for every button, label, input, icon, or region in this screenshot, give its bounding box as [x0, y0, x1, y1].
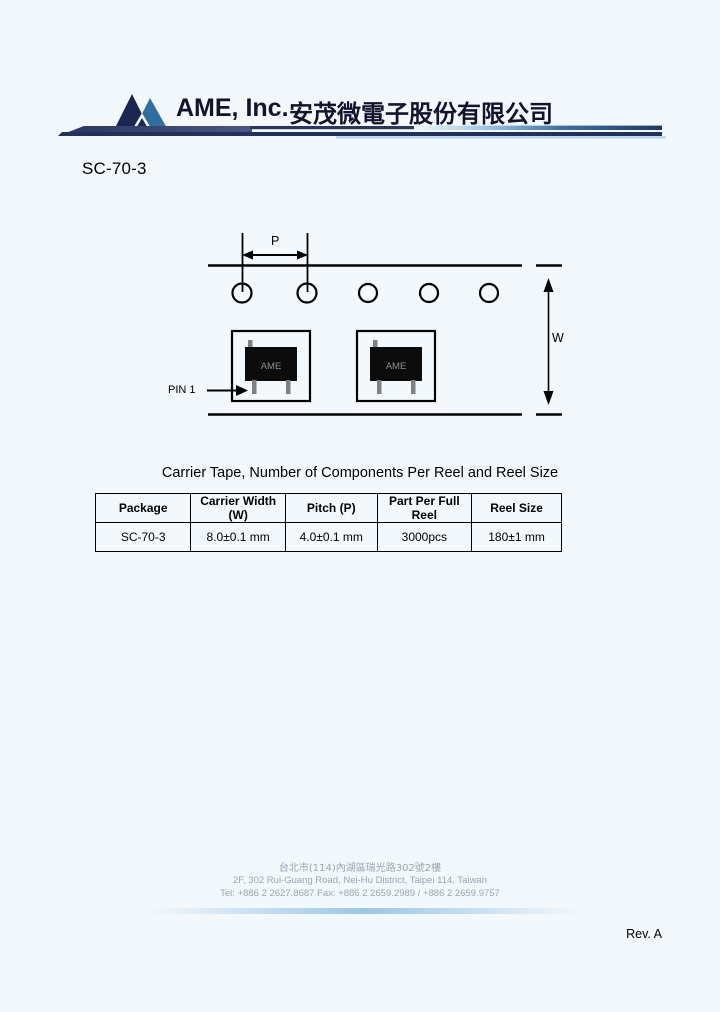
col-header-package: Package — [94, 493, 192, 523]
cell-package: SC-70-3 — [94, 522, 192, 552]
sprocket-hole — [418, 282, 440, 304]
footer-contact: Tel: +886 2 2627.8687 Fax: +886 2 2659.2… — [220, 887, 500, 899]
pin-bottom-right — [411, 380, 416, 394]
pin1-label: PIN 1 — [168, 384, 196, 396]
pin-top — [373, 340, 378, 356]
pitch-label: P — [271, 234, 280, 248]
width-dimension-arrow — [543, 278, 554, 405]
cell-reel-size: 180±1 mm — [471, 522, 562, 552]
pin1-leader — [207, 385, 248, 396]
sprocket-hole — [478, 282, 500, 304]
component-marking-text: AME — [386, 361, 407, 372]
page-header: AME, Inc. 安茂微電子股份有限公司 — [0, 78, 720, 140]
cell-pitch: 4.0±0.1 mm — [284, 522, 378, 552]
document-page: AME, Inc. 安茂微電子股份有限公司 SC-70-3 AME AME P … — [0, 0, 720, 1012]
carrier-tape-spec-table: Package Carrier Width (W) Pitch (P) Part… — [94, 493, 562, 552]
sprocket-hole — [231, 282, 253, 304]
col-header-part-per-full-reel: Part Per Full Reel — [376, 493, 473, 523]
pitch-dimension-arrow — [242, 250, 308, 260]
page-title: SC-70-3 — [82, 159, 147, 178]
sprocket-hole — [296, 282, 318, 304]
header-decor-band — [0, 122, 720, 140]
pin-top — [248, 340, 253, 356]
pin-bottom-right — [286, 380, 291, 394]
page-footer: 台北市(114)內湖區瑞光路302號2樓 2F, 302 Rui-Guang R… — [0, 862, 720, 900]
table-header-row: Package Carrier Width (W) Pitch (P) Part… — [94, 493, 562, 523]
footer-address-en: 2F, 302 Rui-Guang Road, Nei-Hu District,… — [233, 875, 487, 886]
footer-address-cn: 台北市(114)內湖區瑞光路302號2樓 — [278, 863, 442, 874]
col-header-carrier-width: Carrier Width (W) — [190, 493, 286, 523]
table-caption: Carrier Tape, Number of Components Per R… — [161, 465, 559, 481]
footer-decor-band — [0, 905, 720, 917]
component-pocket-1: AME — [230, 329, 312, 403]
component-marking-text: AME — [261, 361, 282, 372]
cell-carrier-width: 8.0±0.1 mm — [190, 522, 286, 552]
company-name-en: AME, Inc. — [176, 94, 289, 122]
revision-label: Rev. A — [626, 927, 662, 941]
component-pocket-2: AME — [355, 329, 437, 403]
pin-bottom-left — [377, 380, 382, 394]
col-header-pitch: Pitch (P) — [284, 493, 378, 523]
component-body — [245, 347, 297, 381]
pin-bottom-left — [252, 380, 257, 394]
cell-part-per-full-reel: 3000pcs — [376, 522, 473, 552]
component-body — [370, 347, 422, 381]
width-label: W — [552, 331, 564, 345]
sprocket-holes — [231, 282, 500, 304]
table-row: SC-70-3 8.0±0.1 mm 4.0±0.1 mm 3000pcs 18… — [94, 522, 562, 552]
col-header-reel-size: Reel Size — [471, 493, 562, 523]
sprocket-hole — [357, 282, 379, 304]
